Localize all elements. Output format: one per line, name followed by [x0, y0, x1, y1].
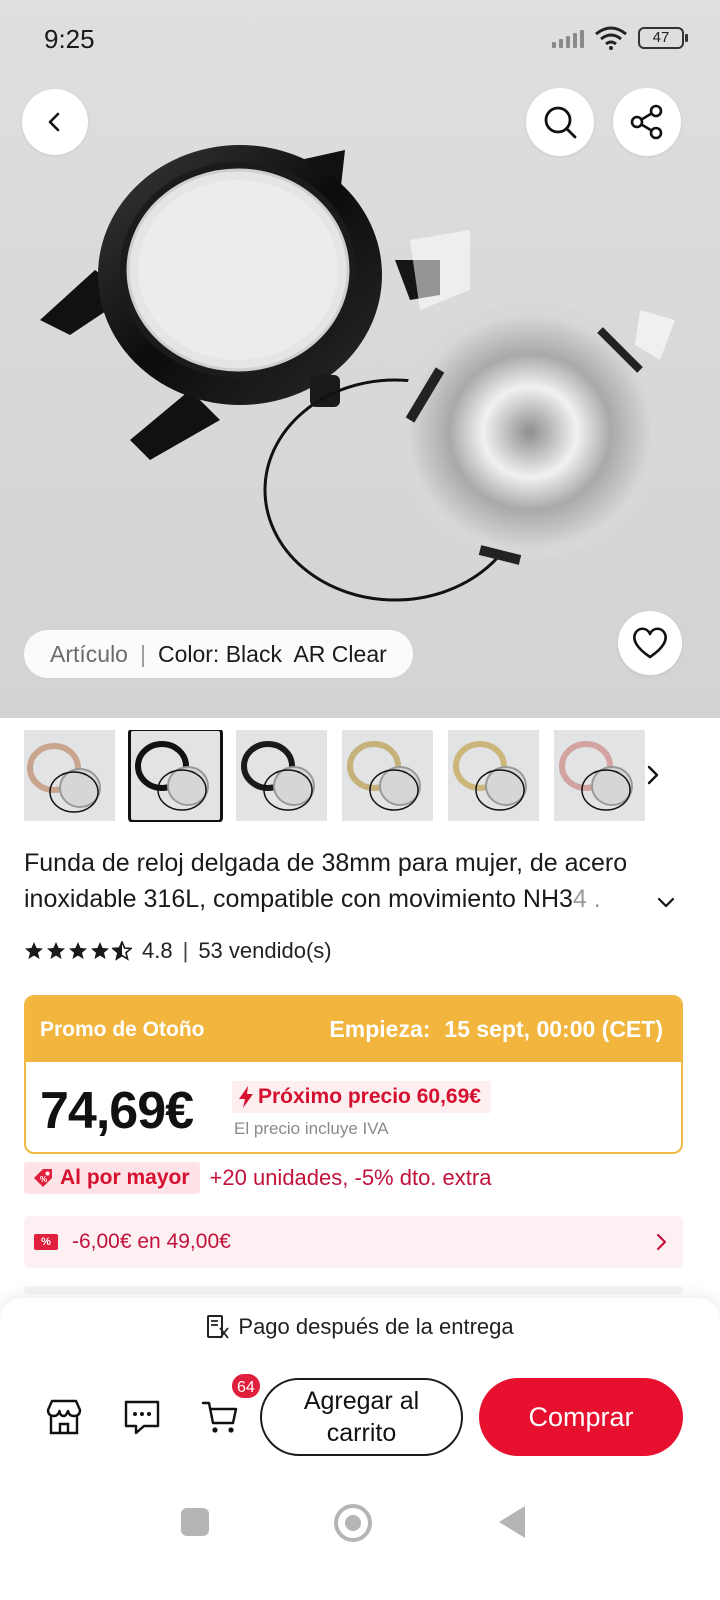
star-icon	[91, 942, 109, 959]
pay-after-text: Pago después de la entrega	[238, 1314, 514, 1339]
chevron-right-icon	[656, 1233, 667, 1251]
bottom-action-bar: Pago después de la entrega 64 Agregar al…	[0, 1298, 720, 1600]
thumbnail-rose-gold[interactable]	[24, 730, 115, 821]
status-time: 9:25	[44, 24, 95, 54]
promo-name: Promo de Otoño	[40, 1017, 205, 1041]
share-button[interactable]	[613, 88, 681, 156]
status-bar: 9:25 47	[0, 0, 720, 80]
product-title-text: Funda de reloj delgada de 38mm para muje…	[24, 849, 628, 913]
promo-box: Promo de Otoño Empieza: 15 sept, 00:00 (C…	[24, 995, 683, 1154]
thumbnail-black[interactable]	[128, 730, 223, 822]
vat-note: El precio incluye IVA	[234, 1119, 389, 1138]
variant-value: Color: Black AR Clear	[157, 640, 387, 667]
coupon-row[interactable]: % -6,00€ en 49,00€	[24, 1216, 683, 1268]
pay-after-delivery: Pago después de la entrega	[0, 1314, 720, 1340]
system-nav-bar	[0, 1494, 720, 1564]
product-photo	[40, 145, 675, 602]
current-price: 74,69€	[40, 1082, 194, 1140]
search-button[interactable]	[526, 88, 594, 156]
promo-start-label: Empieza:	[329, 1016, 431, 1042]
chevron-down-icon[interactable]	[654, 890, 678, 914]
thumbnail-gold[interactable]	[342, 730, 433, 821]
next-price-text: Próximo precio 60,69€	[258, 1085, 481, 1108]
home-button[interactable]	[334, 1504, 372, 1542]
store-icon	[46, 1399, 82, 1435]
chevron-right-icon	[647, 765, 659, 785]
system-back-button[interactable]	[499, 1506, 525, 1538]
thumbnail-black-2[interactable]	[236, 730, 327, 821]
product-title[interactable]: Funda de reloj delgada de 38mm para muje…	[24, 845, 684, 917]
battery-icon: 47	[638, 27, 688, 49]
star-half-icon	[112, 941, 132, 961]
variant-pill[interactable]: Artículo | Color: Black AR Clear	[24, 630, 413, 678]
chat-button[interactable]	[114, 1389, 170, 1445]
invoice-icon	[207, 1315, 230, 1339]
promo-start-value: 15 sept, 00:00 (CET)	[444, 1016, 663, 1042]
svg-text:%: %	[40, 1175, 47, 1184]
wifi-icon	[595, 26, 627, 50]
rating-separator: |	[182, 938, 189, 963]
coupon-text: -6,00€ en 49,00€	[72, 1230, 231, 1253]
store-button[interactable]	[36, 1389, 92, 1445]
promo-header: Promo de Otoño Empieza: 15 sept, 00:00 (C…	[26, 997, 681, 1062]
star-icon	[47, 942, 65, 959]
status-icons: 47	[552, 26, 688, 50]
next-section-peek	[24, 1286, 683, 1294]
variant-separator: |	[139, 640, 146, 667]
search-icon	[544, 106, 577, 139]
product-title-faded: 4 .	[572, 885, 601, 913]
star-icon	[69, 942, 87, 959]
sold-count: 53 vendido(s)	[198, 938, 332, 963]
variant-label: Artículo	[50, 640, 128, 667]
thumbnail-next-button[interactable]	[630, 752, 676, 798]
chat-icon	[124, 1400, 160, 1435]
product-image-gallery[interactable]: 9:25 47 Artículo | Color: Black AR Clear	[0, 0, 720, 718]
star-icon	[25, 942, 43, 959]
buy-now-button[interactable]: Comprar	[479, 1378, 683, 1456]
wishlist-button[interactable]	[618, 611, 682, 675]
wholesale-tag-label: Al por mayor	[60, 1166, 190, 1189]
thumbnail-gold-2[interactable]	[448, 730, 539, 821]
heart-icon	[633, 627, 667, 659]
back-button[interactable]	[22, 89, 88, 155]
promo-start: Empieza: 15 sept, 00:00 (CET)	[329, 1016, 663, 1043]
recent-apps-button[interactable]	[181, 1508, 209, 1536]
wholesale-tag: % Al por mayor	[24, 1162, 200, 1194]
wholesale-row: % Al por mayor +20 unidades, -5% dto. ex…	[24, 1162, 491, 1194]
rating-value: 4.8	[142, 938, 173, 963]
chevron-left-icon	[48, 112, 60, 132]
star-rating	[24, 941, 132, 961]
wholesale-text: +20 unidades, -5% dto. extra	[209, 1165, 492, 1190]
action-row: 64 Agregar al carrito Comprar	[0, 1372, 720, 1458]
signal-icon	[552, 28, 584, 48]
lightning-icon	[239, 1086, 253, 1108]
coupon-icon: %	[34, 1234, 58, 1250]
add-to-cart-button[interactable]: Agregar al carrito	[260, 1378, 463, 1456]
cart-count-badge: 64	[230, 1372, 262, 1400]
share-icon	[630, 104, 663, 140]
rating-row[interactable]: 4.8 | 53 vendido(s)	[24, 938, 332, 964]
cart-icon	[201, 1401, 238, 1433]
thumbnail-strip[interactable]	[24, 730, 720, 822]
next-price-badge: Próximo precio 60,69€	[232, 1081, 491, 1113]
tag-icon: %	[34, 1169, 52, 1187]
